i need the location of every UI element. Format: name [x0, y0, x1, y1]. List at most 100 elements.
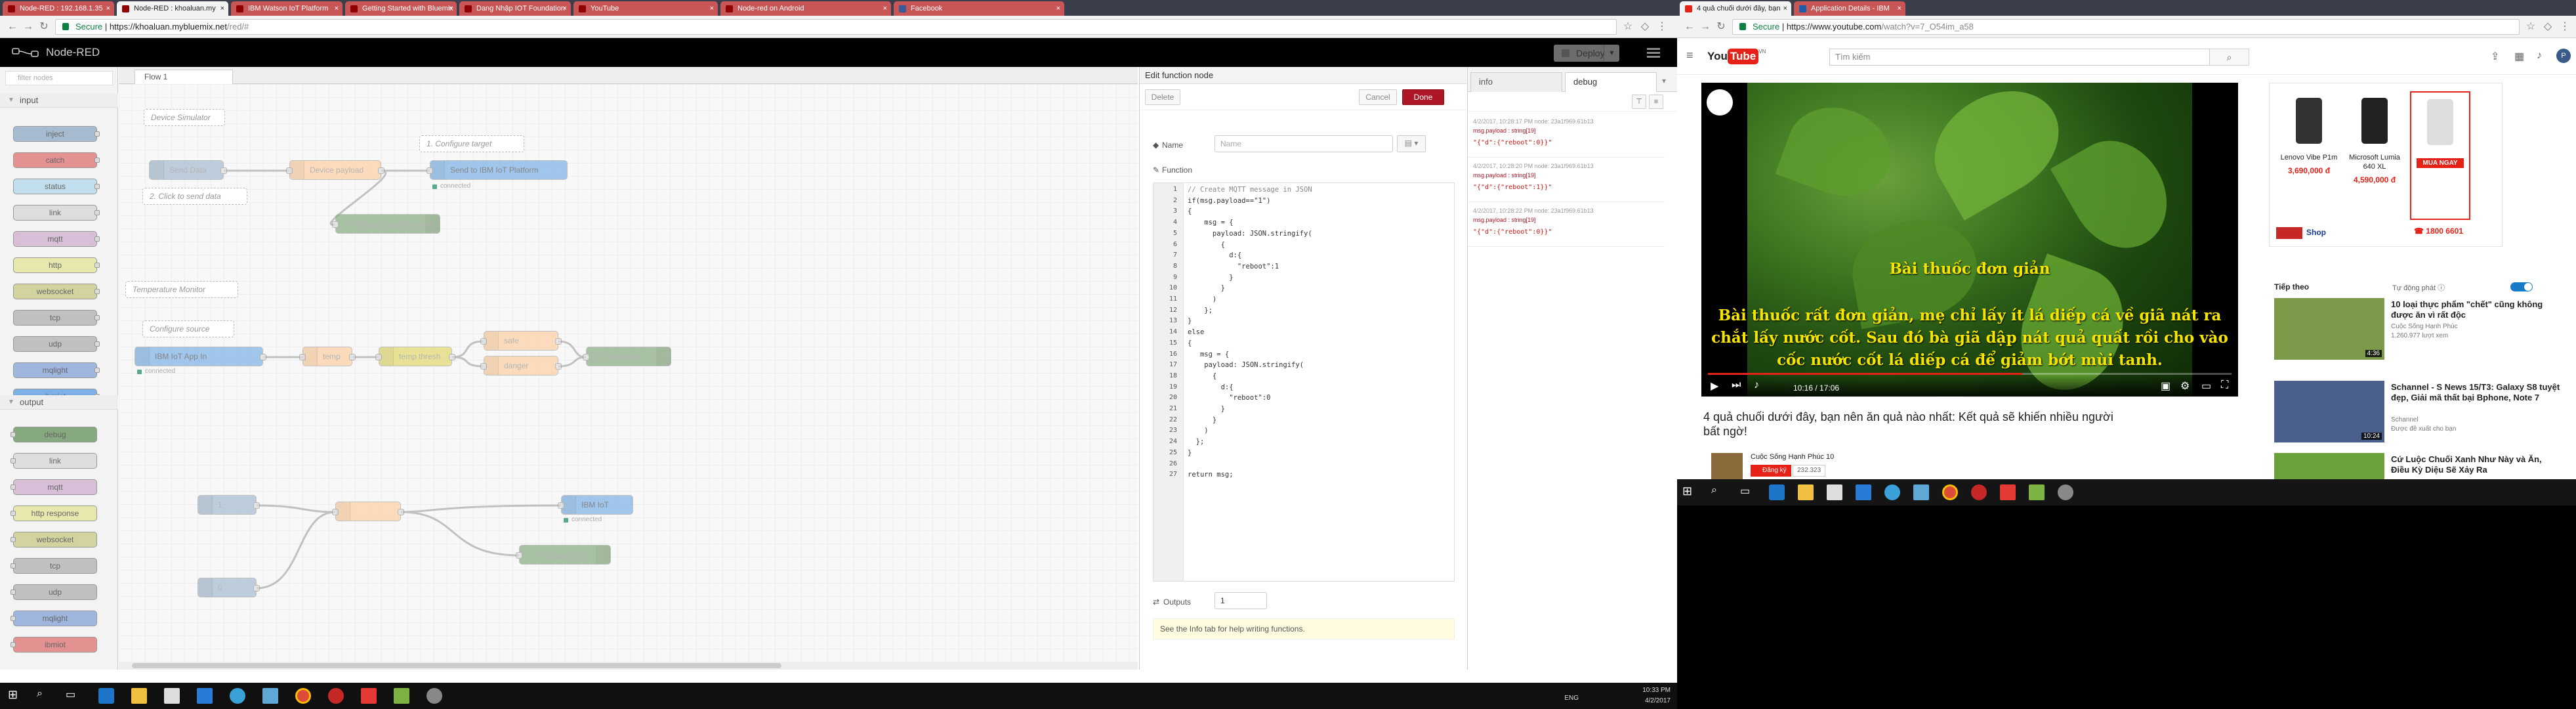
- search-icon[interactable]: ⌕: [1711, 484, 1727, 500]
- palette-node-debug[interactable]: debug: [10, 427, 97, 442]
- system-tray[interactable]: ENG 10:33 PM 4/2/2017: [1564, 685, 1671, 706]
- app-icon[interactable]: [2029, 484, 2045, 500]
- close-icon[interactable]: ×: [563, 1, 567, 16]
- flow-node-send-data[interactable]: Send Data: [149, 160, 227, 180]
- app-icon[interactable]: [230, 688, 245, 704]
- ad-phone-cta[interactable]: MUA NGAY: [2410, 91, 2470, 220]
- close-icon[interactable]: ×: [106, 1, 110, 16]
- info-icon[interactable]: ⓘ: [2438, 284, 2445, 292]
- flow-node-inject-1[interactable]: 1: [197, 495, 260, 515]
- flow-node-cpu-status[interactable]: cpu status: [583, 347, 671, 366]
- tab-debug[interactable]: debug: [1565, 72, 1657, 92]
- browser-tab-active[interactable]: Node-RED : khoaluan.my ×: [117, 1, 228, 16]
- recommended-video[interactable]: 10:24 Schannel - S News 15/T3: Galaxy S8…: [2274, 381, 2563, 445]
- close-icon[interactable]: ×: [1898, 1, 1901, 16]
- video-thumbnail[interactable]: [2274, 453, 2384, 479]
- palette-node-tcp-out[interactable]: tcp: [10, 558, 97, 574]
- url-field[interactable]: Secure | https://khoaluan.mybluemix.net/…: [55, 19, 1617, 35]
- flow-canvas[interactable]: Device Simulator 1. Configure target 2. …: [119, 84, 1138, 662]
- palette-category-input[interactable]: ▼ input: [0, 93, 118, 108]
- palette-node-mqtt-out[interactable]: mqtt: [10, 479, 97, 495]
- close-icon[interactable]: ×: [220, 1, 224, 16]
- code-editor[interactable]: 1 2 3 4 5 6 7 8 9 10 11 12 13 14 15 16 17 18 19 20 21 22 23 24 2…: [1153, 183, 1455, 582]
- windows-start-icon[interactable]: ⊞: [8, 688, 24, 704]
- flow-node-temp-thresh[interactable]: temp thresh: [375, 347, 455, 366]
- back-icon[interactable]: ←: [1684, 21, 1695, 33]
- chevron-down-icon[interactable]: ▾: [1662, 76, 1666, 85]
- language-indicator[interactable]: ENG: [1564, 693, 1579, 704]
- search-icon[interactable]: ⌕: [37, 688, 52, 704]
- delete-button[interactable]: Delete: [1145, 89, 1180, 105]
- comment-node[interactable]: Temperature Monitor: [125, 281, 238, 298]
- close-icon[interactable]: ×: [1056, 1, 1060, 16]
- debug-message[interactable]: 4/2/2017, 10:28:20 PM node: 23a1f969.61b…: [1468, 158, 1665, 202]
- flow-node-debug-output[interactable]: Debug output payload: [332, 214, 440, 234]
- rec-title[interactable]: Schannel - S News 15/T3: Galaxy S8 tuyệt…: [2391, 382, 2562, 403]
- app-icon[interactable]: [2058, 484, 2073, 500]
- flow-node-iot-out[interactable]: IBM IoT: [558, 495, 633, 515]
- theater-icon[interactable]: ▭: [2201, 379, 2211, 393]
- forward-icon[interactable]: →: [22, 21, 34, 33]
- buy-now-button[interactable]: MUA NGAY: [2417, 158, 2464, 168]
- browser-tab[interactable]: Application Details - IBM ×: [1794, 1, 1905, 16]
- ad-phone[interactable]: Microsoft Lumia 640 XL 4,590,000 đ: [2344, 91, 2405, 216]
- flow-node-iot-source[interactable]: IBM IoT App In: [135, 347, 266, 366]
- app-icon[interactable]: [1884, 484, 1900, 500]
- search-button[interactable]: ⌕: [2210, 49, 2249, 66]
- store-icon[interactable]: [164, 688, 180, 704]
- flow-node-msg-payload[interactable]: msg.payload: [516, 545, 611, 565]
- palette-node-mqlight[interactable]: mqlight: [13, 362, 100, 378]
- palette-node-inject[interactable]: inject: [13, 126, 100, 142]
- autoplay-toggle[interactable]: [2510, 282, 2533, 291]
- channel-name[interactable]: Cuộc Sống Hạnh Phúc 10: [1751, 453, 1834, 461]
- horizontal-scrollbar[interactable]: [119, 662, 1138, 670]
- edge-icon[interactable]: [1769, 484, 1785, 500]
- fullscreen-icon[interactable]: ⛶: [2221, 379, 2228, 391]
- flow-node-device-payload[interactable]: Device payload: [286, 160, 384, 180]
- windows-start-icon[interactable]: ⊞: [1682, 484, 1698, 500]
- flow-node-inject-0[interactable]: 0: [197, 578, 260, 597]
- task-view-icon[interactable]: ▭: [1740, 484, 1756, 500]
- settings-icon[interactable]: ⚙: [2180, 379, 2190, 393]
- file-explorer-icon[interactable]: [131, 688, 147, 704]
- app-icon[interactable]: [426, 688, 442, 704]
- palette-node-link[interactable]: link: [13, 205, 100, 221]
- reload-icon[interactable]: ↻: [38, 21, 50, 33]
- upload-icon[interactable]: ⇪: [2491, 50, 2499, 63]
- outputs-spinner[interactable]: 1: [1215, 592, 1267, 609]
- browser-tab[interactable]: YouTube ×: [573, 1, 718, 16]
- browser-tab[interactable]: Facebook ×: [894, 1, 1064, 16]
- file-explorer-icon[interactable]: [1798, 484, 1814, 500]
- cancel-button[interactable]: Cancel: [1359, 89, 1397, 105]
- close-icon[interactable]: ×: [883, 1, 887, 16]
- flow-node-temp[interactable]: temp: [299, 347, 356, 366]
- app-icon[interactable]: [1856, 484, 1871, 500]
- ad-phone[interactable]: Lenovo Vibe P1m 3,690,000 đ: [2279, 91, 2339, 216]
- browser-tab[interactable]: Getting Started with Bluemix ×: [345, 1, 457, 16]
- video-thumbnail[interactable]: 4:36: [2274, 298, 2384, 360]
- avatar[interactable]: P: [2556, 49, 2571, 63]
- app-icon[interactable]: [262, 688, 278, 704]
- store-icon[interactable]: [1827, 484, 1842, 500]
- subtitles-icon[interactable]: ▣: [2161, 379, 2171, 393]
- palette-category-output[interactable]: ▼ output: [0, 395, 118, 410]
- palette-node-mqtt[interactable]: mqtt: [13, 231, 100, 247]
- palette-node-udp[interactable]: udp: [13, 336, 100, 352]
- deploy-button[interactable]: Deploy ▼: [1554, 45, 1619, 62]
- channel-avatar[interactable]: [1711, 453, 1743, 479]
- browser-tab-active[interactable]: 4 quả chuối dưới đây, bạn ×: [1680, 1, 1791, 16]
- palette-node-catch[interactable]: catch: [13, 152, 100, 168]
- display-ad[interactable]: Lenovo Vibe P1m 3,690,000 đ Microsoft Lum…: [2269, 83, 2503, 247]
- youtube-logo[interactable]: You Tube VN: [1707, 49, 1766, 64]
- apps-icon[interactable]: ▦: [2514, 50, 2524, 63]
- reload-icon[interactable]: ↻: [1715, 21, 1727, 33]
- url-field[interactable]: Secure | https://www.youtube.com/watch?v…: [1732, 19, 2520, 35]
- clear-icon[interactable]: ≡: [1649, 95, 1663, 109]
- palette-node-udp-out[interactable]: udp: [10, 584, 97, 600]
- browser-tab[interactable]: Dang Nhập IOT Foundation ×: [459, 1, 571, 16]
- app-icon[interactable]: [328, 688, 344, 704]
- palette-node-http[interactable]: http: [13, 257, 100, 273]
- task-view-icon[interactable]: ▭: [66, 688, 81, 704]
- video-thumbnail[interactable]: 10:24: [2274, 381, 2384, 442]
- flow-node-iot-target[interactable]: Send to IBM IoT Platform: [426, 160, 568, 180]
